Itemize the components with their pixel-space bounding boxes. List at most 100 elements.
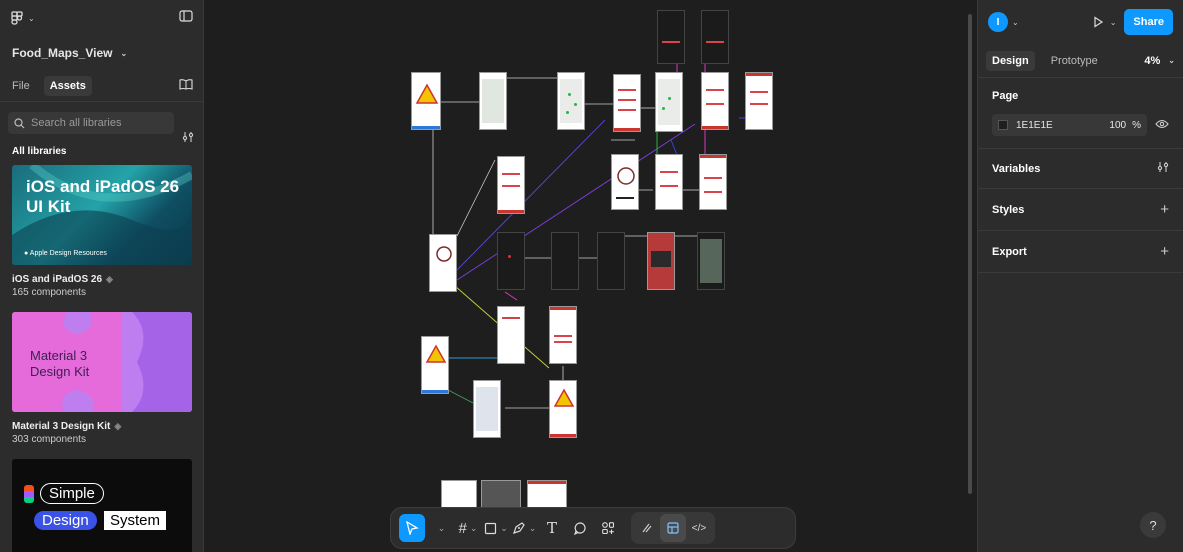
design-canvas[interactable] (205, 0, 977, 552)
app-screen-frame[interactable] (497, 306, 525, 364)
chevron-down-icon: ⌄ (1109, 17, 1117, 27)
chevron-down-icon: ⌄ (469, 522, 478, 533)
figma-logo-icon (11, 11, 23, 25)
component-icon: ◈ (106, 274, 113, 284)
frame-tool-button[interactable]: # ⌄ (455, 514, 481, 542)
pen-icon (512, 522, 525, 534)
variables-section[interactable]: Variables (978, 149, 1183, 189)
book-icon[interactable] (179, 78, 193, 93)
app-screen-frame[interactable] (701, 72, 729, 130)
left-panel-header: ⌄ (0, 0, 203, 36)
present-button[interactable]: ⌄ (1092, 16, 1117, 28)
page-color-field[interactable]: 1E1E1E 100 % (992, 114, 1147, 136)
prototype-connections (424, 14, 767, 409)
app-screen-frame[interactable] (697, 232, 725, 290)
design-mode-button[interactable] (660, 514, 686, 542)
help-button[interactable]: ? (1140, 512, 1166, 538)
app-screen-frame[interactable] (655, 72, 683, 132)
app-screen-frame[interactable] (549, 380, 577, 438)
dev-mode-button[interactable]: </> (686, 514, 712, 542)
library-ios[interactable]: iOS and iPadOS 26 UI Kit ● Apple Design … (0, 165, 203, 298)
frame-hash-icon: # (458, 519, 467, 537)
search-input[interactable] (31, 117, 161, 129)
library-name: iOS and iPadOS 26 ◈ (12, 274, 113, 285)
app-screen-frame[interactable] (611, 154, 639, 210)
comment-tool-button[interactable] (567, 514, 593, 542)
page-color-value[interactable]: 1E1E1E (1016, 120, 1053, 131)
apple-logo-icon: ● (24, 250, 29, 257)
shape-tool-button[interactable]: ⌄ (483, 514, 509, 542)
tab-prototype[interactable]: Prototype (1045, 51, 1104, 71)
pen-tool-button[interactable]: ⌄ (511, 514, 537, 542)
app-screen-frame[interactable] (557, 72, 585, 130)
app-screen-frame[interactable] (421, 336, 449, 394)
app-screen-frame[interactable] (655, 154, 683, 210)
file-name-menu[interactable]: Food_Maps_View ⌄ (0, 36, 203, 70)
app-screen-frame[interactable] (479, 72, 507, 130)
app-screen-frame[interactable] (745, 72, 773, 130)
right-tabs: Design Prototype 4% ⌄ (978, 44, 1183, 78)
library-count: 165 components (12, 287, 86, 298)
move-tool-menu[interactable]: ⌄ (427, 514, 453, 542)
mode-toggle-group: </> (631, 512, 715, 544)
chevron-down-icon: ⌄ (500, 522, 508, 533)
styles-section[interactable]: Styles + (978, 189, 1183, 231)
canvas-scrollbar[interactable] (968, 14, 972, 494)
comment-bubble-icon (574, 522, 586, 535)
search-box[interactable] (8, 112, 174, 134)
play-icon (1094, 16, 1103, 28)
text-tool-button[interactable]: T (539, 514, 565, 542)
toggle-sidebar-icon[interactable] (179, 9, 193, 27)
page-section-title: Page (992, 90, 1019, 102)
app-screen-frame[interactable] (613, 74, 641, 132)
export-section[interactable]: Export + (978, 231, 1183, 273)
app-screen-frame[interactable] (551, 232, 579, 290)
library-thumbnail-title: Material 3 Design Kit (30, 348, 90, 379)
left-panel: ⌄ Food_Maps_View ⌄ File Assets All libra… (0, 0, 204, 552)
page-opacity-value[interactable]: 100 (1109, 120, 1126, 131)
library-thumbnail: Simple Design System (12, 459, 192, 552)
filter-icon[interactable] (182, 130, 194, 148)
app-screen-frame[interactable] (701, 10, 729, 64)
app-screen-frame[interactable] (699, 154, 727, 210)
app-screen-frame[interactable] (597, 232, 625, 290)
app-screen-frame[interactable] (411, 72, 441, 130)
left-tabs: File Assets (0, 70, 203, 102)
chevron-down-icon: ⌄ (528, 522, 537, 533)
tab-design[interactable]: Design (986, 50, 1035, 71)
plus-icon[interactable]: + (1160, 243, 1169, 260)
app-screen-frame[interactable] (549, 306, 577, 364)
zoom-dropdown[interactable]: 4% ⌄ (1144, 55, 1175, 67)
app-screen-frame[interactable] (497, 232, 525, 290)
app-screen-frame[interactable] (527, 480, 567, 510)
app-screen-frame[interactable] (429, 234, 457, 292)
library-material[interactable]: Material 3 Design Kit Material 3 Design … (0, 312, 203, 445)
search-icon (14, 117, 25, 128)
tab-file[interactable]: File (12, 80, 30, 92)
share-button[interactable]: Share (1124, 9, 1173, 35)
color-swatch[interactable] (998, 120, 1008, 130)
plus-icon[interactable]: + (1160, 201, 1169, 218)
variables-settings-icon[interactable] (1157, 161, 1169, 176)
draw-mode-button[interactable] (634, 514, 660, 542)
page-background-row: 1E1E1E 100 % (978, 114, 1183, 149)
main-menu-button[interactable]: ⌄ (10, 11, 35, 25)
app-screen-frame[interactable] (497, 156, 525, 214)
chevron-down-icon: ⌄ (1012, 17, 1019, 27)
design-mode-icon (667, 522, 679, 534)
app-screen-frame[interactable] (657, 10, 685, 64)
app-screen-frame[interactable] (473, 380, 501, 438)
eye-icon[interactable] (1155, 119, 1169, 132)
user-menu[interactable]: I ⌄ (988, 12, 1019, 32)
components-grid-icon (602, 522, 615, 535)
library-simple-design-system[interactable]: Simple Design System (0, 459, 203, 552)
app-screen-frame[interactable] (647, 232, 675, 290)
figma-color-logo-icon (24, 485, 34, 503)
library-thumbnail: Material 3 Design Kit (12, 312, 192, 412)
avatar: I (988, 12, 1008, 32)
app-screen-frame[interactable] (481, 480, 521, 510)
app-screen-frame[interactable] (441, 480, 477, 510)
tab-assets[interactable]: Assets (43, 75, 92, 96)
move-tool-button[interactable] (399, 514, 425, 542)
actions-button[interactable] (595, 514, 621, 542)
